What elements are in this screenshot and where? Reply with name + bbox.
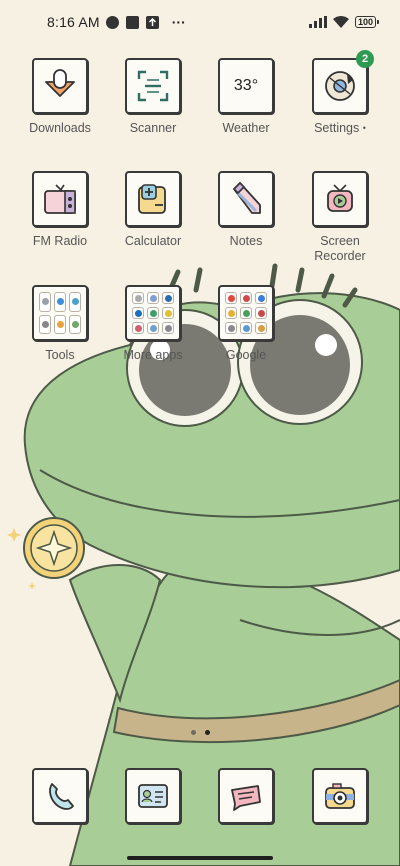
- notification-icon: [105, 15, 119, 29]
- camera-icon: [312, 768, 368, 824]
- mini-app-icon: [132, 322, 144, 334]
- dock-camera[interactable]: [293, 768, 387, 824]
- more-notifications-icon: ···: [171, 14, 186, 30]
- app-downloads[interactable]: Downloads: [13, 58, 107, 136]
- mini-app-icon: [69, 292, 81, 312]
- weather-icon: 33°: [218, 58, 274, 114]
- folder-icon: [32, 285, 88, 341]
- mini-app-icon: [255, 307, 267, 319]
- mini-app-icon: [132, 292, 144, 304]
- notification-badge: 2: [356, 50, 374, 68]
- mini-app-icon: [225, 322, 237, 334]
- dock-messages[interactable]: [199, 768, 293, 824]
- app-label: More apps: [123, 348, 183, 362]
- new-indicator: •: [362, 123, 366, 133]
- mini-app-icon: [255, 292, 267, 304]
- folder-more-apps[interactable]: More apps: [106, 285, 200, 363]
- messages-icon: [218, 768, 274, 824]
- app-label: Google: [225, 348, 267, 362]
- mini-app-icon: [162, 322, 174, 334]
- folder-icon: [125, 285, 181, 341]
- signal-icon: [308, 16, 327, 28]
- app-label: Calculator: [124, 234, 182, 248]
- battery-indicator: 100: [354, 16, 380, 28]
- folder-tools[interactable]: Tools: [13, 285, 107, 363]
- app-label: Notes: [229, 234, 263, 248]
- app-label: Tools: [45, 348, 75, 362]
- mini-app-icon: [147, 322, 159, 334]
- status-bar: 8:16 AM ··· 100: [0, 0, 400, 44]
- app-weather[interactable]: 33° Weather: [199, 58, 293, 136]
- mini-app-icon: [39, 314, 51, 334]
- status-time: 8:16 AM: [47, 14, 100, 30]
- gesture-navigation-handle[interactable]: [127, 856, 273, 860]
- settings-icon: 2: [312, 50, 374, 114]
- app-fm-radio[interactable]: FM Radio: [13, 171, 107, 249]
- app-notes[interactable]: Notes: [199, 171, 293, 249]
- page-dot-active[interactable]: [204, 730, 210, 735]
- app-label: Screen Recorder: [293, 234, 387, 264]
- weather-temperature: 33°: [233, 77, 259, 94]
- app-label: FM Radio: [32, 234, 88, 248]
- upload-icon: [145, 15, 159, 29]
- page-indicator[interactable]: [0, 730, 400, 735]
- app-settings[interactable]: 2 Settings •: [293, 50, 387, 136]
- app-label: Settings •: [293, 121, 387, 136]
- mini-app-icon: [240, 292, 252, 304]
- mini-app-icon: [54, 314, 66, 334]
- app-label: Downloads: [29, 121, 91, 135]
- download-icon: [32, 58, 88, 114]
- app-scanner[interactable]: Scanner: [106, 58, 200, 136]
- label-line-2: Recorder: [314, 249, 366, 263]
- mini-app-icon: [132, 307, 144, 319]
- mini-app-icon: [225, 307, 237, 319]
- mini-app-icon: [162, 292, 174, 304]
- dock-contacts[interactable]: [106, 768, 200, 824]
- phone-icon: [32, 768, 88, 824]
- mini-app-icon: [147, 292, 159, 304]
- label-line-1: Screen: [320, 234, 360, 248]
- screen-recorder-icon: [312, 171, 368, 227]
- mini-app-icon: [255, 322, 267, 334]
- mini-app-icon: [69, 314, 81, 334]
- dock-phone[interactable]: [13, 768, 107, 824]
- settings-label-text: Settings: [314, 121, 360, 135]
- notification-square-icon: [125, 15, 139, 29]
- calculator-icon: [125, 171, 181, 227]
- page-dot[interactable]: [190, 730, 196, 735]
- folder-google[interactable]: Google: [199, 285, 293, 363]
- mini-app-icon: [162, 307, 174, 319]
- folder-icon: [218, 285, 274, 341]
- contacts-icon: [125, 768, 181, 824]
- mini-app-icon: [240, 307, 252, 319]
- mini-app-icon: [225, 292, 237, 304]
- radio-icon: [32, 171, 88, 227]
- mini-app-icon: [240, 322, 252, 334]
- app-label: Scanner: [129, 121, 177, 135]
- wifi-icon: [332, 16, 349, 28]
- app-label: Weather: [222, 121, 270, 135]
- scanner-icon: [125, 58, 181, 114]
- mini-app-icon: [39, 292, 51, 312]
- mini-app-icon: [147, 307, 159, 319]
- app-screen-recorder[interactable]: Screen Recorder: [293, 171, 387, 264]
- notes-icon: [218, 171, 274, 227]
- app-calculator[interactable]: Calculator: [106, 171, 200, 249]
- mini-app-icon: [54, 292, 66, 312]
